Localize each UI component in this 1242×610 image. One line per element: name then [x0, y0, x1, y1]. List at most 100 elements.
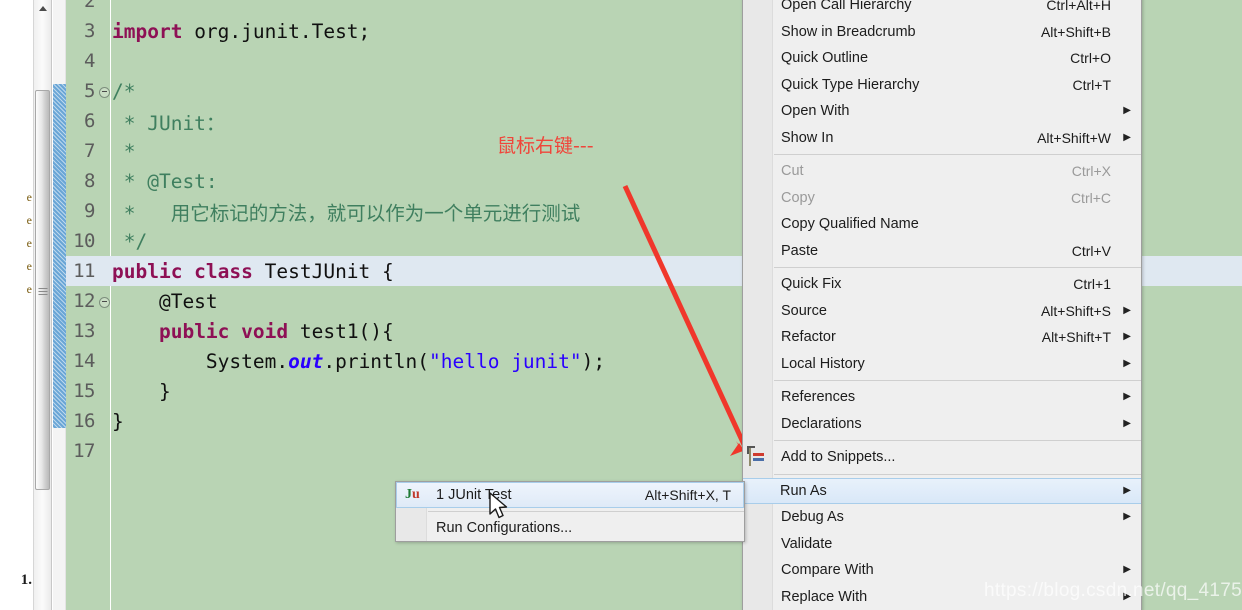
- submenu-item-1-junit-test[interactable]: Ju 1 JUnit Test Alt+Shift+X, T: [396, 482, 744, 508]
- tree-fragment[interactable]: e: [27, 236, 32, 251]
- menu-separator: [774, 154, 1141, 155]
- menu-item-label: Add to Snippets...: [781, 449, 896, 466]
- menu-item-shortcut: Ctrl+O: [1070, 50, 1111, 67]
- menu-item-label: Debug As: [781, 509, 844, 526]
- menu-separator: [774, 440, 1141, 441]
- menu-item-label: Quick Type Hierarchy: [781, 76, 920, 93]
- menu-item-declarations[interactable]: Declarations ▶: [743, 411, 1141, 438]
- menu-item-label: Declarations: [781, 415, 862, 432]
- menu-item-open-call-hierarchy[interactable]: Open Call Hierarchy Ctrl+Alt+H: [743, 0, 1141, 19]
- menu-item-shortcut: Ctrl+C: [1070, 189, 1111, 206]
- tree-fragment[interactable]: e: [27, 190, 32, 205]
- menu-item-label: Open Call Hierarchy: [781, 0, 912, 14]
- code-text: *: [112, 139, 148, 163]
- menu-separator: [774, 380, 1141, 381]
- menu-item-quick-outline[interactable]: Quick Outline Ctrl+O: [743, 45, 1141, 72]
- menu-item-shortcut: Ctrl+Alt+H: [1046, 0, 1111, 14]
- status-fragment: 1.: [20, 572, 32, 588]
- menu-item-refactor[interactable]: Refactor Alt+Shift+T ▶: [743, 324, 1141, 351]
- annotation-text: 鼠标右键---: [497, 135, 594, 157]
- line-number: 14: [73, 350, 95, 372]
- menu-item-label: Refactor: [781, 329, 836, 346]
- code-text: import org.junit.Test;: [112, 19, 371, 43]
- editor-context-menu[interactable]: Open Call Hierarchy Ctrl+Alt+H Show in Bre…: [742, 0, 1142, 610]
- line-number: 11: [73, 260, 95, 282]
- submenu-item-run-configurations[interactable]: Run Configurations...: [396, 515, 744, 541]
- fold-collapse-icon[interactable]: [98, 286, 110, 316]
- menu-item-quick-type-hierarchy[interactable]: Quick Type Hierarchy Ctrl+T: [743, 72, 1141, 99]
- code-text: public class TestJUnit {: [112, 259, 394, 283]
- menu-item-quick-fix[interactable]: Quick Fix Ctrl+1: [743, 271, 1141, 298]
- line-number: 6: [84, 110, 95, 132]
- menu-item-copy-qualified-name[interactable]: Copy Qualified Name: [743, 211, 1141, 238]
- submenu-arrow-icon: ▶: [1123, 391, 1131, 403]
- menu-item-label: Source: [781, 302, 827, 319]
- submenu-arrow-icon: ▶: [1123, 511, 1131, 523]
- menu-item-debug-as[interactable]: Debug As ▶: [743, 504, 1141, 531]
- junit-icon: Ju: [405, 487, 420, 502]
- watermark-text: https://blog.csdn.net/qq_41753340: [984, 580, 1242, 601]
- code-text: * @Test:: [112, 169, 218, 193]
- line-number: 8: [84, 170, 95, 192]
- menu-item-add-to-snippets[interactable]: Add to Snippets...: [743, 444, 1141, 471]
- menu-item-shortcut: Ctrl+1: [1073, 276, 1111, 293]
- submenu-arrow-icon: ▶: [1123, 131, 1131, 143]
- menu-item-shortcut: Ctrl+T: [1072, 76, 1112, 93]
- code-text: }: [112, 409, 124, 433]
- menu-item-references[interactable]: References ▶: [743, 384, 1141, 411]
- line-number: 4: [84, 50, 95, 72]
- menu-item-shortcut: Alt+Shift+B: [1040, 23, 1111, 40]
- submenu-item-label: Run Configurations...: [436, 520, 573, 536]
- tree-fragment[interactable]: e: [27, 259, 32, 274]
- submenu-arrow-icon: ▶: [1123, 304, 1131, 316]
- menu-item-copy: Copy Ctrl+C: [743, 185, 1141, 212]
- menu-item-label: Local History: [781, 355, 865, 372]
- menu-item-shortcut: Alt+Shift+W: [1037, 129, 1111, 146]
- fold-collapse-icon[interactable]: [98, 76, 110, 106]
- run-as-submenu[interactable]: Ju 1 JUnit Test Alt+Shift+X, T Run Configur…: [395, 481, 745, 542]
- submenu-arrow-icon: ▶: [1123, 484, 1131, 496]
- menu-item-label: Quick Fix: [781, 276, 842, 293]
- menu-item-label: Copy Qualified Name: [781, 216, 919, 233]
- menu-item-run-as[interactable]: Run As ▶: [743, 477, 1141, 504]
- menu-item-label: Paste: [781, 242, 819, 259]
- changed-lines-marker: [53, 84, 66, 428]
- menu-item-label: Show in Breadcrumb: [781, 23, 916, 40]
- menu-item-paste[interactable]: Paste Ctrl+V: [743, 238, 1141, 265]
- menu-item-validate[interactable]: Validate: [743, 531, 1141, 558]
- menu-item-local-history[interactable]: Local History ▶: [743, 351, 1141, 378]
- editor-vertical-scrollbar[interactable]: [33, 0, 52, 610]
- menu-item-shortcut: Alt+Shift+T: [1041, 329, 1111, 346]
- menu-separator: [774, 267, 1141, 268]
- menu-item-show-in-breadcrumb[interactable]: Show in Breadcrumb Alt+Shift+B: [743, 19, 1141, 46]
- editor-marker-bar[interactable]: [53, 0, 66, 610]
- menu-item-open-with[interactable]: Open With ▶: [743, 98, 1141, 125]
- tree-fragment[interactable]: e: [27, 282, 32, 297]
- mouse-cursor-icon: [489, 492, 508, 519]
- scroll-up-arrow-icon[interactable]: [34, 0, 51, 17]
- line-number: 7: [84, 140, 95, 162]
- code-text: public void test1(){: [158, 319, 394, 343]
- menu-item-source[interactable]: Source Alt+Shift+S ▶: [743, 298, 1141, 325]
- menu-item-cut: Cut Ctrl+X: [743, 158, 1141, 185]
- menu-item-label: Run As: [780, 482, 827, 499]
- menu-item-label: Copy: [781, 189, 815, 206]
- menu-item-show-in[interactable]: Show In Alt+Shift+W ▶: [743, 125, 1141, 152]
- tree-fragment[interactable]: e: [27, 213, 32, 228]
- code-text: * JUnit：: [112, 111, 226, 135]
- submenu-item-shortcut: Alt+Shift+X, T: [644, 487, 731, 503]
- line-number: 15: [73, 380, 95, 402]
- scrollbar-thumb[interactable]: [35, 90, 50, 490]
- package-explorer-remnant[interactable]: e e e e e 1.: [0, 0, 33, 610]
- menu-item-label: Validate: [781, 535, 833, 552]
- snippets-icon: [747, 446, 767, 467]
